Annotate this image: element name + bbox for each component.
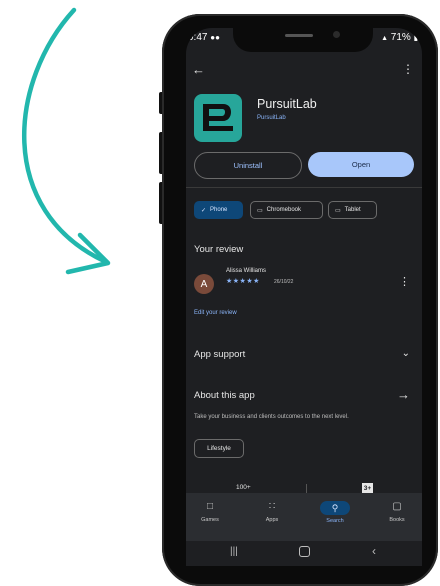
reviewer-name: Alissa Williams [226, 268, 267, 274]
status-battery: ▲ 71% ▮ [381, 32, 418, 43]
app-support-heading[interactable]: App support [194, 349, 245, 360]
downloads-count: 100+ [236, 484, 251, 491]
status-time: 9:47 ●● [188, 32, 220, 43]
app-store-screen: 9:47 ●● ▲ 71% ▮ ← ⋮ PursuitLab PursuitLa… [186, 28, 422, 566]
search-icon: ⚲ [331, 502, 339, 513]
about-description: Take your business and clients outcomes … [194, 414, 349, 420]
uninstall-button[interactable]: Uninstall [194, 152, 302, 179]
avatar: A [194, 274, 214, 294]
apps-grid-icon: ∷ [268, 501, 276, 512]
review-date: 26/10/22 [274, 279, 294, 285]
content-rating-badge: 3+ [362, 483, 373, 493]
star-rating: ★★★★★ [226, 278, 260, 285]
bottom-navigation: □ Games ∷ Apps ⚲ Search ▢ Books [186, 493, 422, 541]
nav-books[interactable]: ▢ Books [377, 501, 417, 523]
chip-chromebook[interactable]: ▭ Chromebook [250, 201, 323, 219]
system-navigation-bar: ||| ‹ [186, 541, 422, 566]
your-review-heading: Your review [194, 244, 244, 255]
nav-games[interactable]: □ Games [190, 501, 230, 523]
book-icon: ▢ [392, 501, 402, 512]
category-chip[interactable]: Lifestyle [194, 439, 244, 458]
home-icon[interactable] [299, 546, 310, 557]
back-nav-icon[interactable]: ‹ [372, 544, 376, 558]
laptop-icon: ▭ [257, 207, 263, 214]
divider [186, 187, 422, 188]
recent-apps-icon[interactable]: ||| [230, 546, 238, 557]
app-icon [194, 94, 242, 142]
gamepad-icon: □ [206, 501, 214, 512]
chip-phone[interactable]: ✓ Phone [194, 201, 243, 219]
app-name: PursuitLab [257, 97, 317, 111]
nav-apps[interactable]: ∷ Apps [252, 501, 292, 523]
tablet-icon: ▭ [335, 207, 341, 214]
developer-link[interactable]: PursuitLab [257, 115, 286, 121]
phone-notch [233, 22, 373, 52]
chip-tablet[interactable]: ▭ Tablet [328, 201, 377, 219]
review-options-icon[interactable]: ⋮ [399, 275, 410, 288]
about-app-heading[interactable]: About this app [194, 390, 255, 401]
arrow-right-icon[interactable]: → [397, 387, 410, 402]
nav-search[interactable]: ⚲ Search [315, 501, 355, 524]
more-options-icon[interactable]: ⋮ [402, 62, 414, 76]
check-icon: ✓ [201, 207, 207, 214]
open-button[interactable]: Open [308, 152, 414, 177]
back-arrow-icon[interactable]: ← [192, 62, 205, 77]
edit-review-link[interactable]: Edit your review [194, 310, 237, 316]
chevron-down-icon[interactable]: ⌄ [402, 348, 410, 359]
